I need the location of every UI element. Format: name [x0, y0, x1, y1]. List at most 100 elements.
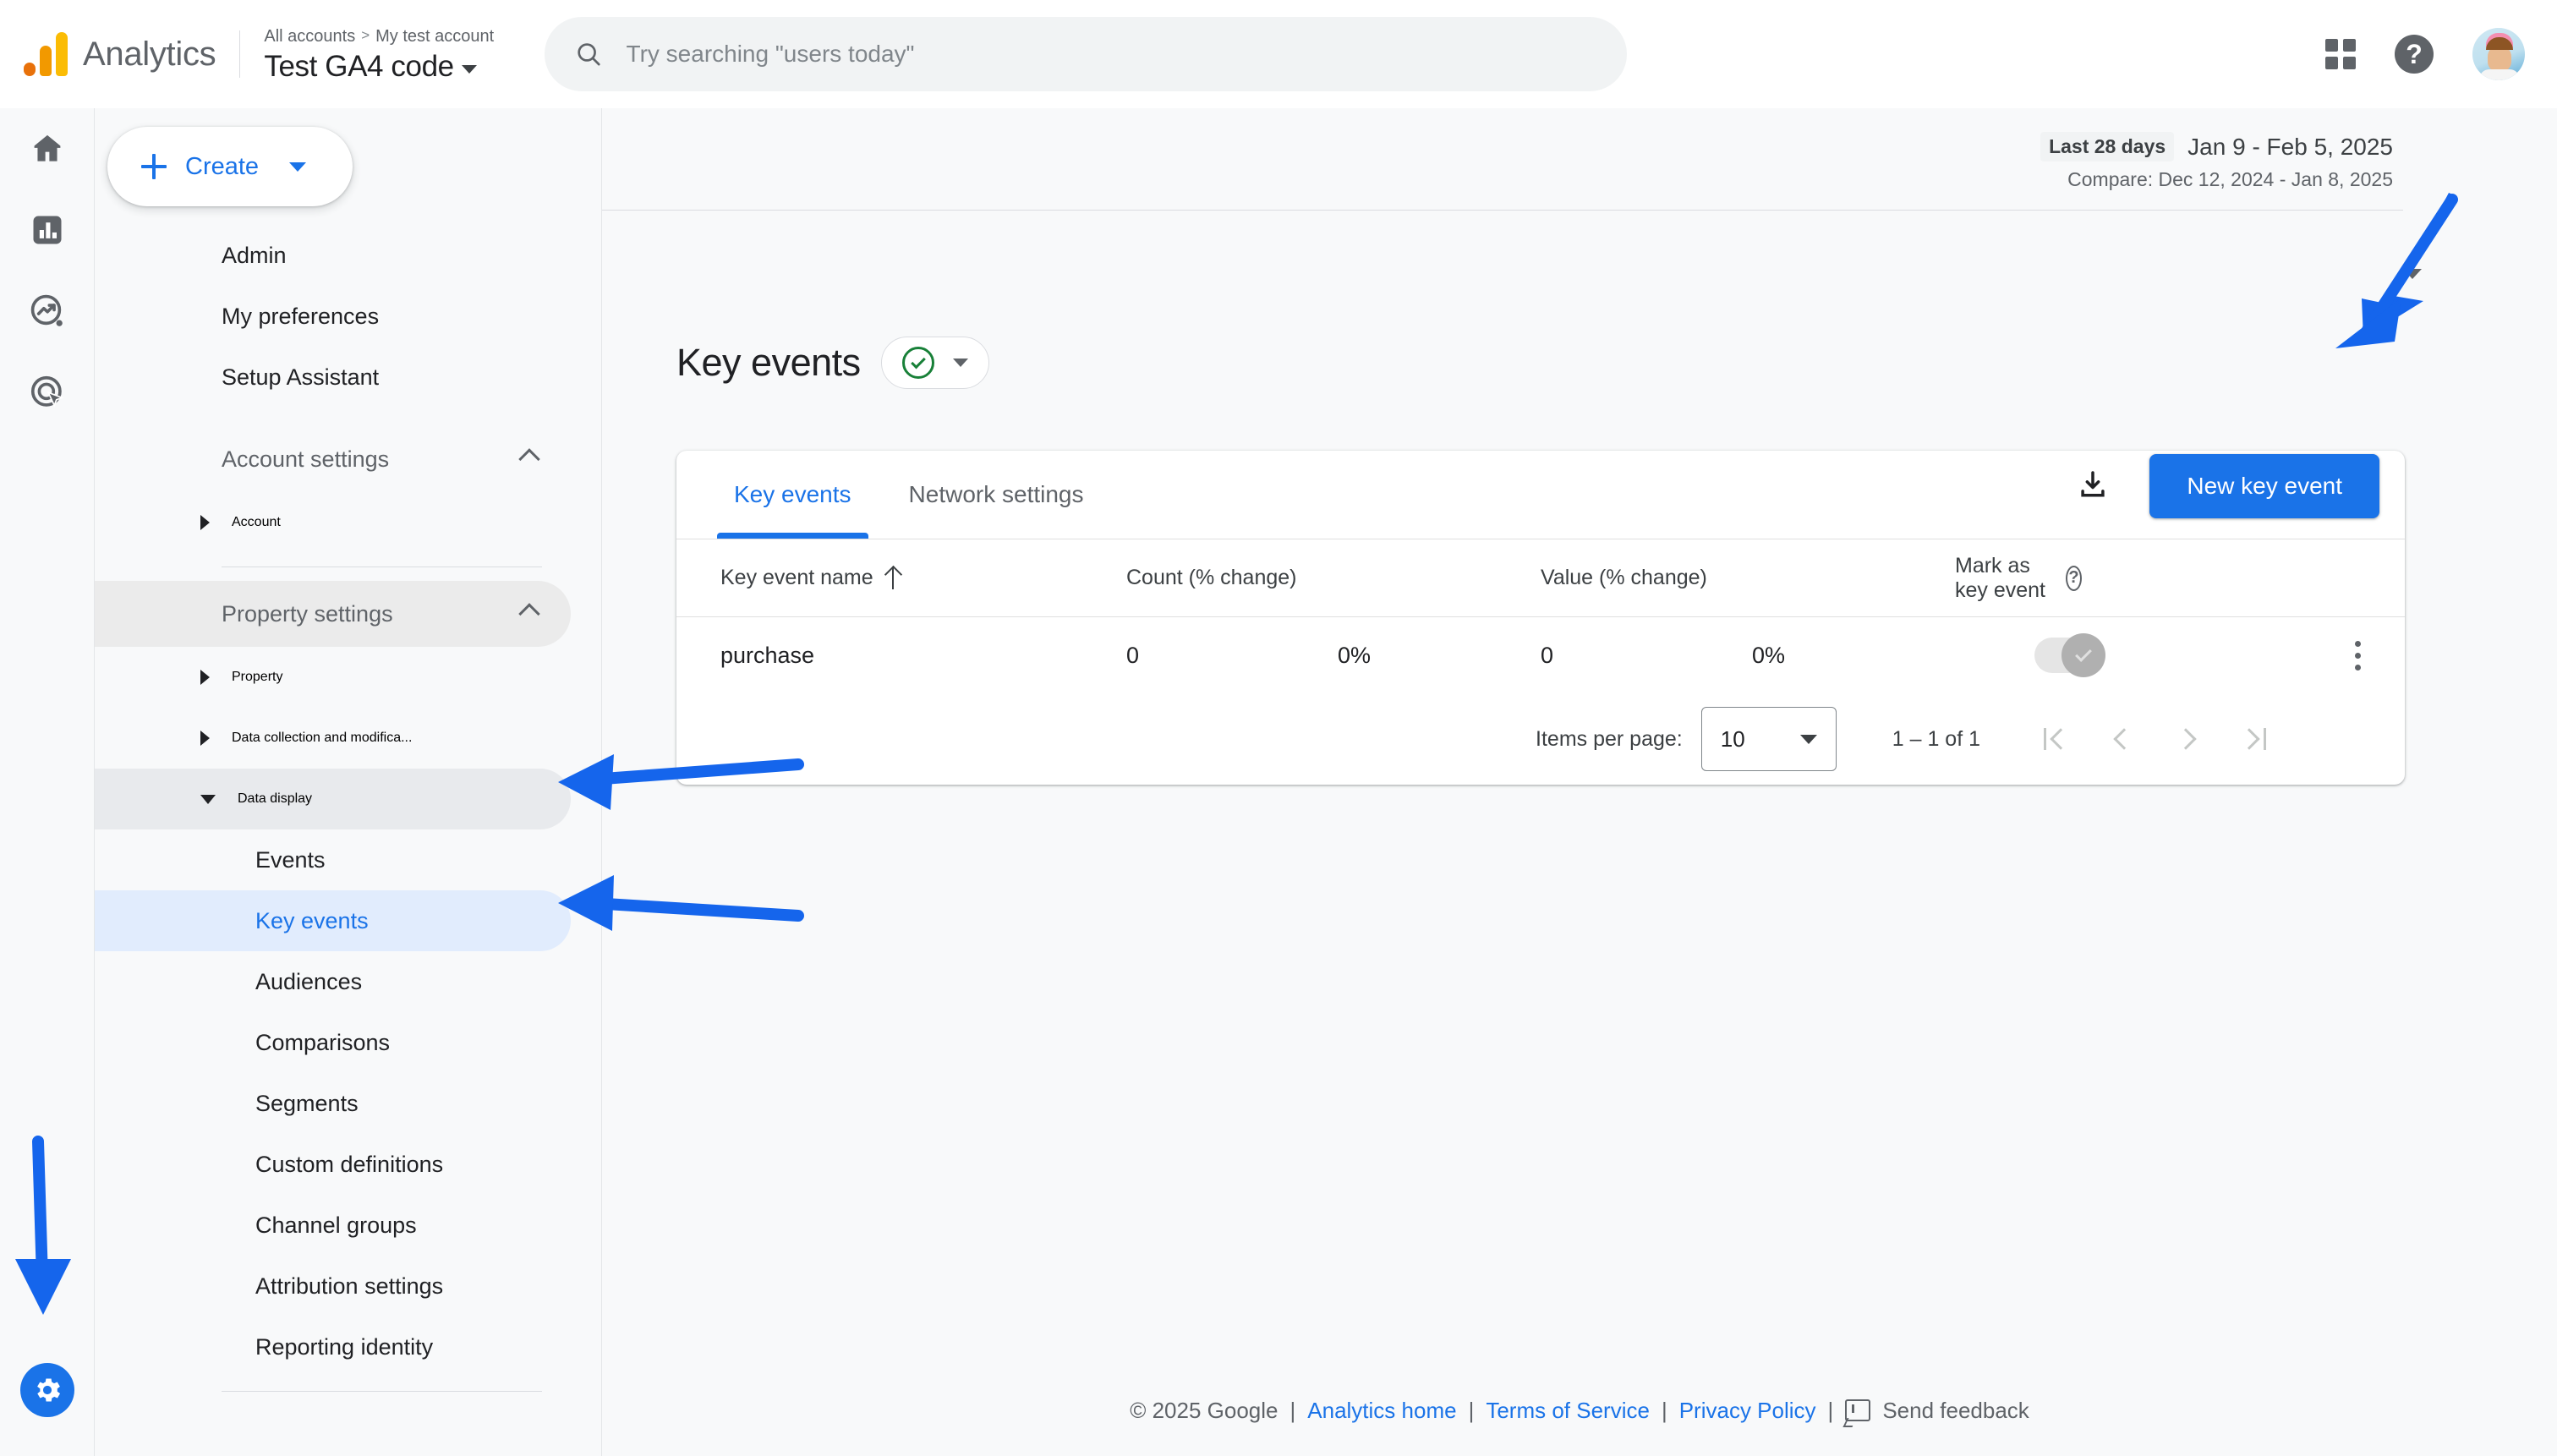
chevron-down-icon	[952, 359, 968, 367]
rail-item-admin[interactable]	[0, 1349, 95, 1431]
sidebar-item-label: Attribution settings	[255, 1273, 444, 1299]
tab-bar: Key events Network settings	[705, 451, 1113, 539]
section-label: Property settings	[222, 600, 393, 627]
column-label: Value (% change)	[1541, 566, 1707, 589]
sidebar-item-channel-groups[interactable]: Channel groups	[95, 1195, 571, 1256]
column-header-key-event-name[interactable]: Key event name	[720, 566, 1126, 590]
first-page-button[interactable]	[2023, 706, 2089, 772]
date-range-selector[interactable]: Last 28 days Jan 9 - Feb 5, 2025 Compare…	[2040, 132, 2393, 191]
help-tooltip-icon[interactable]: ?	[2066, 565, 2082, 591]
pagination-row: Items per page: 10 1 – 1 of 1	[676, 693, 2405, 785]
items-per-page-value: 10	[1720, 725, 1745, 752]
sidebar-item-setup-assistant[interactable]: Setup Assistant	[95, 347, 571, 408]
footer-separator: |	[1289, 1397, 1296, 1423]
tab-label: Key events	[734, 481, 851, 507]
column-header-value[interactable]: Value (% change)	[1541, 566, 1955, 590]
sidebar-item-label: Data display	[238, 791, 313, 806]
breadcrumb: All accounts > My test account	[264, 25, 494, 47]
section-account-settings[interactable]: Account settings	[95, 426, 571, 492]
sidebar-item-segments[interactable]: Segments	[95, 1073, 571, 1134]
page-title-row: Key events	[676, 337, 989, 389]
items-per-page-select[interactable]: 10	[1700, 707, 1837, 771]
sidebar-item-comparisons[interactable]: Comparisons	[95, 1012, 571, 1073]
sidebar-item-property[interactable]: Property	[95, 647, 571, 708]
sidebar-item-data-display[interactable]: Data display	[95, 769, 571, 829]
collapse-nav-button[interactable]	[517, 1444, 568, 1456]
top-bar: Analytics All accounts > My test account…	[0, 0, 2557, 108]
sidebar-item-label: Data collection and modifica...	[232, 731, 413, 745]
table-row[interactable]: purchase 0 0% 0 0%	[676, 617, 2405, 693]
date-range-chip: Last 28 days	[2040, 132, 2175, 161]
new-key-event-button[interactable]: New key event	[2149, 454, 2379, 518]
last-page-button[interactable]	[2220, 706, 2286, 772]
date-range-compare: Compare: Dec 12, 2024 - Jan 8, 2025	[2067, 168, 2393, 190]
date-range-chevron-icon[interactable]	[2403, 269, 2422, 279]
previous-page-button[interactable]	[2089, 706, 2155, 772]
feedback-icon	[1845, 1399, 1871, 1421]
create-button[interactable]: Create	[107, 127, 353, 206]
top-bar-actions: ?	[2325, 28, 2525, 80]
tab-network-settings[interactable]: Network settings	[880, 451, 1113, 539]
help-icon[interactable]: ?	[2395, 35, 2434, 74]
rail-item-explore[interactable]	[0, 271, 95, 352]
sidebar-item-data-collection[interactable]: Data collection and modifica...	[95, 708, 571, 769]
sidebar-item-attribution-settings[interactable]: Attribution settings	[95, 1256, 571, 1316]
sidebar-item-audiences[interactable]: Audiences	[95, 951, 571, 1012]
avatar[interactable]	[2472, 28, 2525, 80]
footer-link-privacy-policy[interactable]: Privacy Policy	[1679, 1398, 1816, 1424]
footer-link-analytics-home[interactable]: Analytics home	[1307, 1398, 1456, 1424]
sidebar-item-reporting-identity[interactable]: Reporting identity	[95, 1316, 571, 1377]
download-icon[interactable]	[2075, 467, 2111, 506]
header-rule	[594, 210, 2403, 211]
footer-link-terms-of-service[interactable]: Terms of Service	[1486, 1398, 1650, 1424]
sidebar-item-label: Admin	[222, 242, 287, 268]
rail-item-reports[interactable]	[0, 189, 95, 271]
tab-key-events[interactable]: Key events	[705, 451, 880, 539]
section-property-settings[interactable]: Property settings	[95, 581, 571, 647]
key-events-table: Key event name Count (% change) Value (%…	[676, 539, 2405, 785]
breadcrumb-root[interactable]: All accounts	[264, 25, 355, 47]
check-circle-icon	[901, 347, 934, 379]
ga4-admin-page: Analytics All accounts > My test account…	[0, 0, 2557, 1456]
column-label: Count (% change)	[1126, 566, 1297, 589]
chevron-down-icon	[1799, 734, 1817, 744]
table-header-row: Key event name Count (% change) Value (%…	[676, 539, 2405, 617]
sidebar-item-account[interactable]: Account	[95, 492, 571, 553]
mark-as-key-event-toggle[interactable]	[2034, 633, 2105, 677]
column-header-count[interactable]: Count (% change)	[1126, 566, 1541, 590]
card-actions: New key event	[2075, 454, 2379, 518]
search-input[interactable]	[626, 41, 1597, 68]
sidebar-item-events[interactable]: Events	[95, 829, 571, 890]
footer-send-feedback[interactable]: Send feedback	[1882, 1398, 2029, 1424]
column-header-mark-as-key-event: Mark as key event ?	[1955, 554, 2361, 603]
admin-gear-button[interactable]	[20, 1363, 74, 1417]
column-label: Key event name	[720, 566, 873, 589]
next-page-button[interactable]	[2155, 706, 2220, 772]
sidebar-item-label: Channel groups	[255, 1212, 417, 1238]
chevron-right-icon	[200, 670, 210, 685]
search-bar[interactable]	[545, 17, 1628, 91]
account-selector[interactable]: All accounts > My test account Test GA4 …	[264, 25, 494, 84]
property-row[interactable]: Test GA4 code	[264, 50, 494, 84]
sidebar-item-key-events[interactable]: Key events	[95, 890, 571, 951]
breadcrumb-account[interactable]: My test account	[375, 25, 494, 47]
pagination-range-label: 1 – 1 of 1	[1892, 726, 1980, 751]
explore-trending-icon	[30, 294, 63, 326]
toggle-knob	[2061, 633, 2105, 677]
sidebar-item-custom-definitions[interactable]: Custom definitions	[95, 1134, 571, 1195]
key-events-status-badge[interactable]	[880, 337, 989, 389]
cell-value: 0	[1541, 642, 1554, 668]
sidebar-item-my-preferences[interactable]: My preferences	[95, 286, 571, 347]
footer-copyright: © 2025 Google	[1130, 1397, 1278, 1423]
rail-item-home[interactable]	[0, 108, 95, 189]
footer: © 2025 Google | Analytics home | Terms o…	[602, 1365, 2557, 1456]
apps-grid-icon[interactable]	[2325, 39, 2356, 69]
plus-icon	[141, 154, 167, 179]
sidebar-item-admin[interactable]: Admin	[95, 225, 571, 286]
footer-separator: |	[1661, 1397, 1667, 1423]
row-more-options-button[interactable]	[2355, 640, 2361, 671]
cell-key-event-name: purchase	[720, 642, 815, 668]
rail-item-advertising[interactable]	[0, 352, 95, 433]
search-icon	[578, 43, 600, 66]
breadcrumb-chevron-icon: >	[361, 27, 370, 44]
